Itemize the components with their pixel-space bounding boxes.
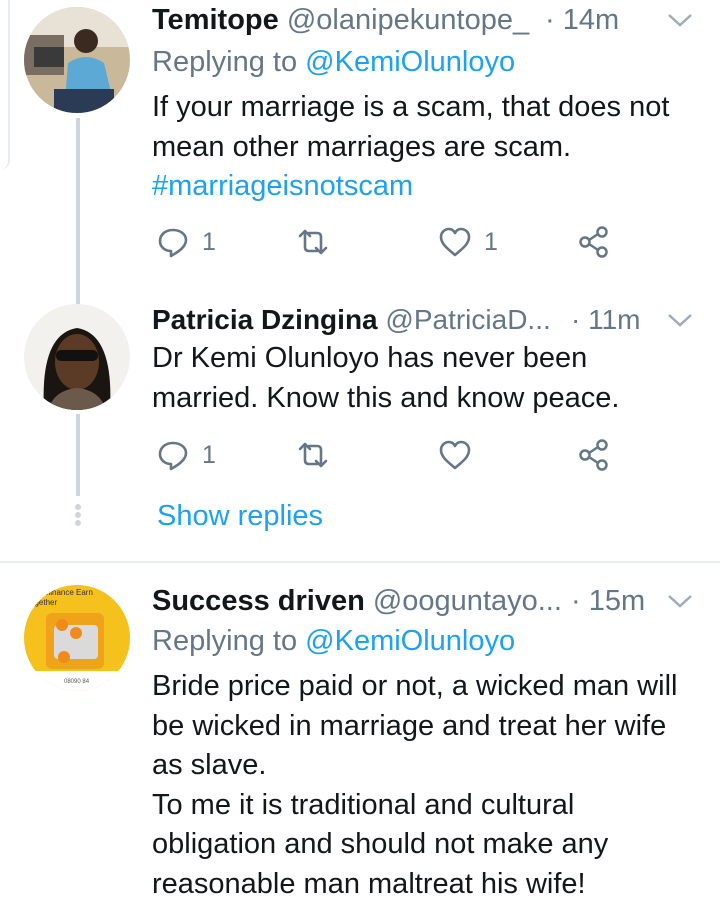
tweet-text: Bride price paid or not, a wicked man wi… <box>152 667 700 904</box>
tweet-patricia[interactable]: Patricia Dzingina @PatriciaD... · 11m Dr… <box>0 290 720 560</box>
timestamp[interactable]: · 11m <box>571 302 641 338</box>
replying-to: Replying to @KemiOlunloyo <box>152 44 515 80</box>
share-button[interactable] <box>577 435 611 475</box>
user-handle[interactable]: @olanipekuntope_ <box>287 4 529 36</box>
thread-line <box>76 290 80 304</box>
tweet-temitope[interactable]: Temitope @olanipekuntope_ · 14m Replying… <box>0 0 720 298</box>
reply-icon <box>158 228 188 258</box>
share-icon <box>579 439 608 471</box>
reply-count: 1 <box>202 227 216 256</box>
chevron-down-icon[interactable] <box>666 310 694 330</box>
hashtag-link[interactable]: #marriageisnotscam <box>152 167 700 207</box>
display-name[interactable]: Temitope <box>152 4 279 36</box>
thread-line <box>76 118 80 298</box>
tweet-text: If your marriage is a scam, that does no… <box>152 88 700 207</box>
text-line: To me it is traditional and cultural <box>152 788 575 821</box>
tweet-actions: 1 <box>152 435 672 475</box>
retweet-icon <box>298 229 328 255</box>
reply-button[interactable]: 1 <box>156 435 216 475</box>
mention-link[interactable]: @KemiOlunloyo <box>305 46 515 78</box>
text-line: be wicked in marriage and treat her wife <box>152 709 667 742</box>
avatar[interactable]: elinance Earn ogether 08090 84 <box>24 585 130 691</box>
user-handle[interactable]: @PatriciaD... <box>385 304 550 335</box>
avatar-text: elinance Earn <box>44 588 93 597</box>
thread-dots <box>74 502 82 532</box>
avatar[interactable] <box>24 304 130 410</box>
text-line: married. Know this and know peace. <box>152 381 620 414</box>
tweet-success-driven[interactable]: elinance Earn ogether 08090 84 Success d… <box>0 563 720 910</box>
text-line: If your marriage is a scam, that does no… <box>152 91 670 123</box>
text-line: Bride price paid or not, a wicked man wi… <box>152 670 678 702</box>
replying-prefix: Replying to <box>152 46 306 78</box>
share-icon <box>579 226 608 258</box>
avatar[interactable] <box>24 7 130 113</box>
tweet-text: Dr Kemi Olunloyo has never been married.… <box>152 339 700 418</box>
text-line: mean other marriages are scam. <box>152 130 572 163</box>
user-handle[interactable]: @ooguntayo... <box>373 585 562 617</box>
like-button[interactable]: 1 <box>438 222 498 262</box>
retweet-button[interactable] <box>296 222 330 262</box>
retweet-button[interactable] <box>296 435 330 475</box>
avatar-text: ogether <box>30 598 57 607</box>
chevron-down-icon[interactable] <box>666 10 694 30</box>
like-button[interactable] <box>438 435 472 475</box>
text-line: reasonable man maltreat his wife! <box>152 867 586 900</box>
display-name[interactable]: Success driven <box>152 585 365 617</box>
like-count: 1 <box>484 227 498 256</box>
replying-prefix: Replying to <box>152 625 306 657</box>
like-icon <box>439 227 471 257</box>
reply-button[interactable]: 1 <box>156 222 216 262</box>
display-name[interactable]: Patricia Dzingina <box>152 304 378 335</box>
tweet-actions: 1 1 <box>152 222 672 262</box>
retweet-icon <box>298 442 328 468</box>
text-line: as slave. <box>152 749 267 781</box>
replying-to: Replying to @KemiOlunloyo <box>152 623 515 659</box>
timestamp[interactable]: · 15m <box>571 583 645 619</box>
mention-link[interactable]: @KemiOlunloyo <box>305 625 515 657</box>
text-line: Dr Kemi Olunloyo has never been <box>152 342 588 374</box>
avatar-text: 08090 84 <box>64 679 90 685</box>
reply-count: 1 <box>202 440 216 469</box>
text-line: obligation and should not make any <box>152 828 609 860</box>
timestamp[interactable]: · 14m <box>545 2 619 38</box>
like-icon <box>439 440 471 470</box>
share-button[interactable] <box>577 222 611 262</box>
show-replies-link[interactable]: Show replies <box>157 500 323 533</box>
reply-icon <box>158 441 188 471</box>
chevron-down-icon[interactable] <box>666 591 694 611</box>
thread-line <box>76 414 80 496</box>
